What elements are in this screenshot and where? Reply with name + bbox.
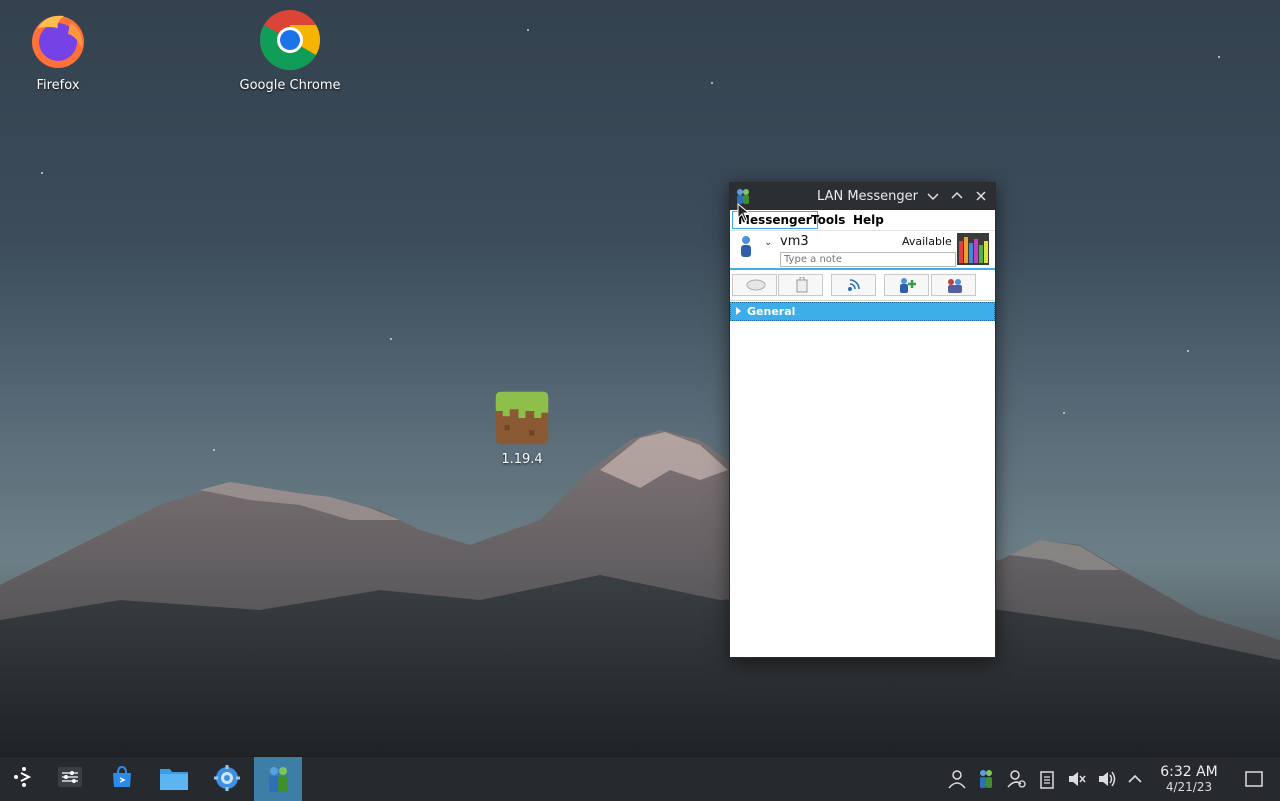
store-icon [113, 765, 131, 787]
minecraft-block-icon [495, 391, 549, 445]
status-person-icon[interactable] [738, 235, 754, 257]
menu-tools[interactable]: Tools [806, 212, 850, 228]
lan-messenger-tray-icon[interactable] [976, 769, 996, 789]
taskbar-lan-messenger[interactable] [254, 757, 302, 801]
broadcast-button[interactable] [831, 274, 876, 296]
note-input[interactable] [780, 252, 956, 267]
mouse-cursor-icon [737, 203, 751, 222]
menu-bar: Messenger Tools Help [730, 210, 995, 231]
toolbar [730, 270, 995, 301]
chevron-up-icon [951, 191, 963, 199]
chat-button[interactable] [732, 274, 777, 296]
close-button[interactable] [973, 188, 989, 204]
taskbar: 6:32 AM 4/21/23 [0, 756, 1280, 801]
firefox-icon [32, 15, 84, 68]
avatar[interactable] [957, 233, 989, 265]
settings-sliders-icon [58, 767, 82, 787]
chat-icon [746, 279, 766, 291]
status-text[interactable]: Available [902, 235, 952, 248]
lan-messenger-window: LAN Messenger Messenger Tools Help ⌄ vm3… [729, 182, 996, 658]
clipboard-icon[interactable] [1037, 769, 1057, 789]
file-transfer-icon [796, 277, 808, 293]
desktop-icon-label: Firefox [36, 78, 80, 93]
expand-tray-icon[interactable] [1125, 769, 1145, 789]
desktop-icon-firefox[interactable]: Firefox [3, 8, 113, 93]
mute-icon[interactable] [1067, 769, 1087, 789]
mountain-landscape [0, 430, 1280, 756]
clock-time[interactable]: 6:32 AM [1152, 764, 1226, 780]
user-name: vm3 [780, 234, 809, 249]
lan-messenger-icon [269, 767, 288, 792]
group-button[interactable] [931, 274, 976, 296]
status-dropdown-chevron-icon[interactable]: ⌄ [764, 237, 772, 248]
close-icon [976, 191, 986, 201]
file-manager-icon [160, 769, 188, 790]
user-icon[interactable] [947, 769, 967, 789]
desktop: Firefox Google Chrome 1.19.4 [0, 0, 1280, 756]
desktop-icon-chrome[interactable]: Google Chrome [235, 8, 345, 93]
group-icon [948, 279, 962, 293]
broadcast-icon [848, 279, 860, 291]
network-icon[interactable] [1007, 769, 1027, 789]
desktop-icon-label: Google Chrome [239, 78, 341, 93]
user-status-panel: ⌄ vm3 Available [730, 231, 995, 270]
chrome-icon [259, 10, 321, 71]
system-settings-icon [214, 765, 240, 791]
group-label: General [747, 305, 796, 318]
chevron-down-icon [927, 193, 939, 201]
desktop-icon-label: 1.19.4 [501, 452, 543, 467]
add-contact-icon [900, 278, 916, 293]
show-desktop-icon[interactable] [1244, 769, 1264, 789]
desktop-icon-minecraft[interactable]: 1.19.4 [467, 390, 577, 467]
menu-help[interactable]: Help [848, 212, 889, 228]
file-transfer-button[interactable] [778, 274, 823, 296]
taskbar-system-settings[interactable] [202, 757, 250, 801]
launcher-icon [14, 767, 32, 787]
add-contact-button[interactable] [884, 274, 929, 296]
taskbar-file-manager[interactable] [150, 757, 198, 801]
application-launcher[interactable] [0, 757, 48, 801]
expand-arrow-icon[interactable] [736, 307, 741, 315]
taskbar-settings-sliders[interactable] [46, 757, 94, 801]
group-general[interactable]: General [730, 302, 995, 321]
volume-icon[interactable] [1097, 769, 1117, 789]
maximize-button[interactable] [949, 188, 965, 204]
window-titlebar[interactable]: LAN Messenger [730, 183, 995, 210]
taskbar-discover-store[interactable] [98, 757, 146, 801]
clock-date[interactable]: 4/21/23 [1152, 780, 1226, 794]
contact-list: General [730, 302, 995, 321]
minimize-button[interactable] [925, 188, 941, 204]
